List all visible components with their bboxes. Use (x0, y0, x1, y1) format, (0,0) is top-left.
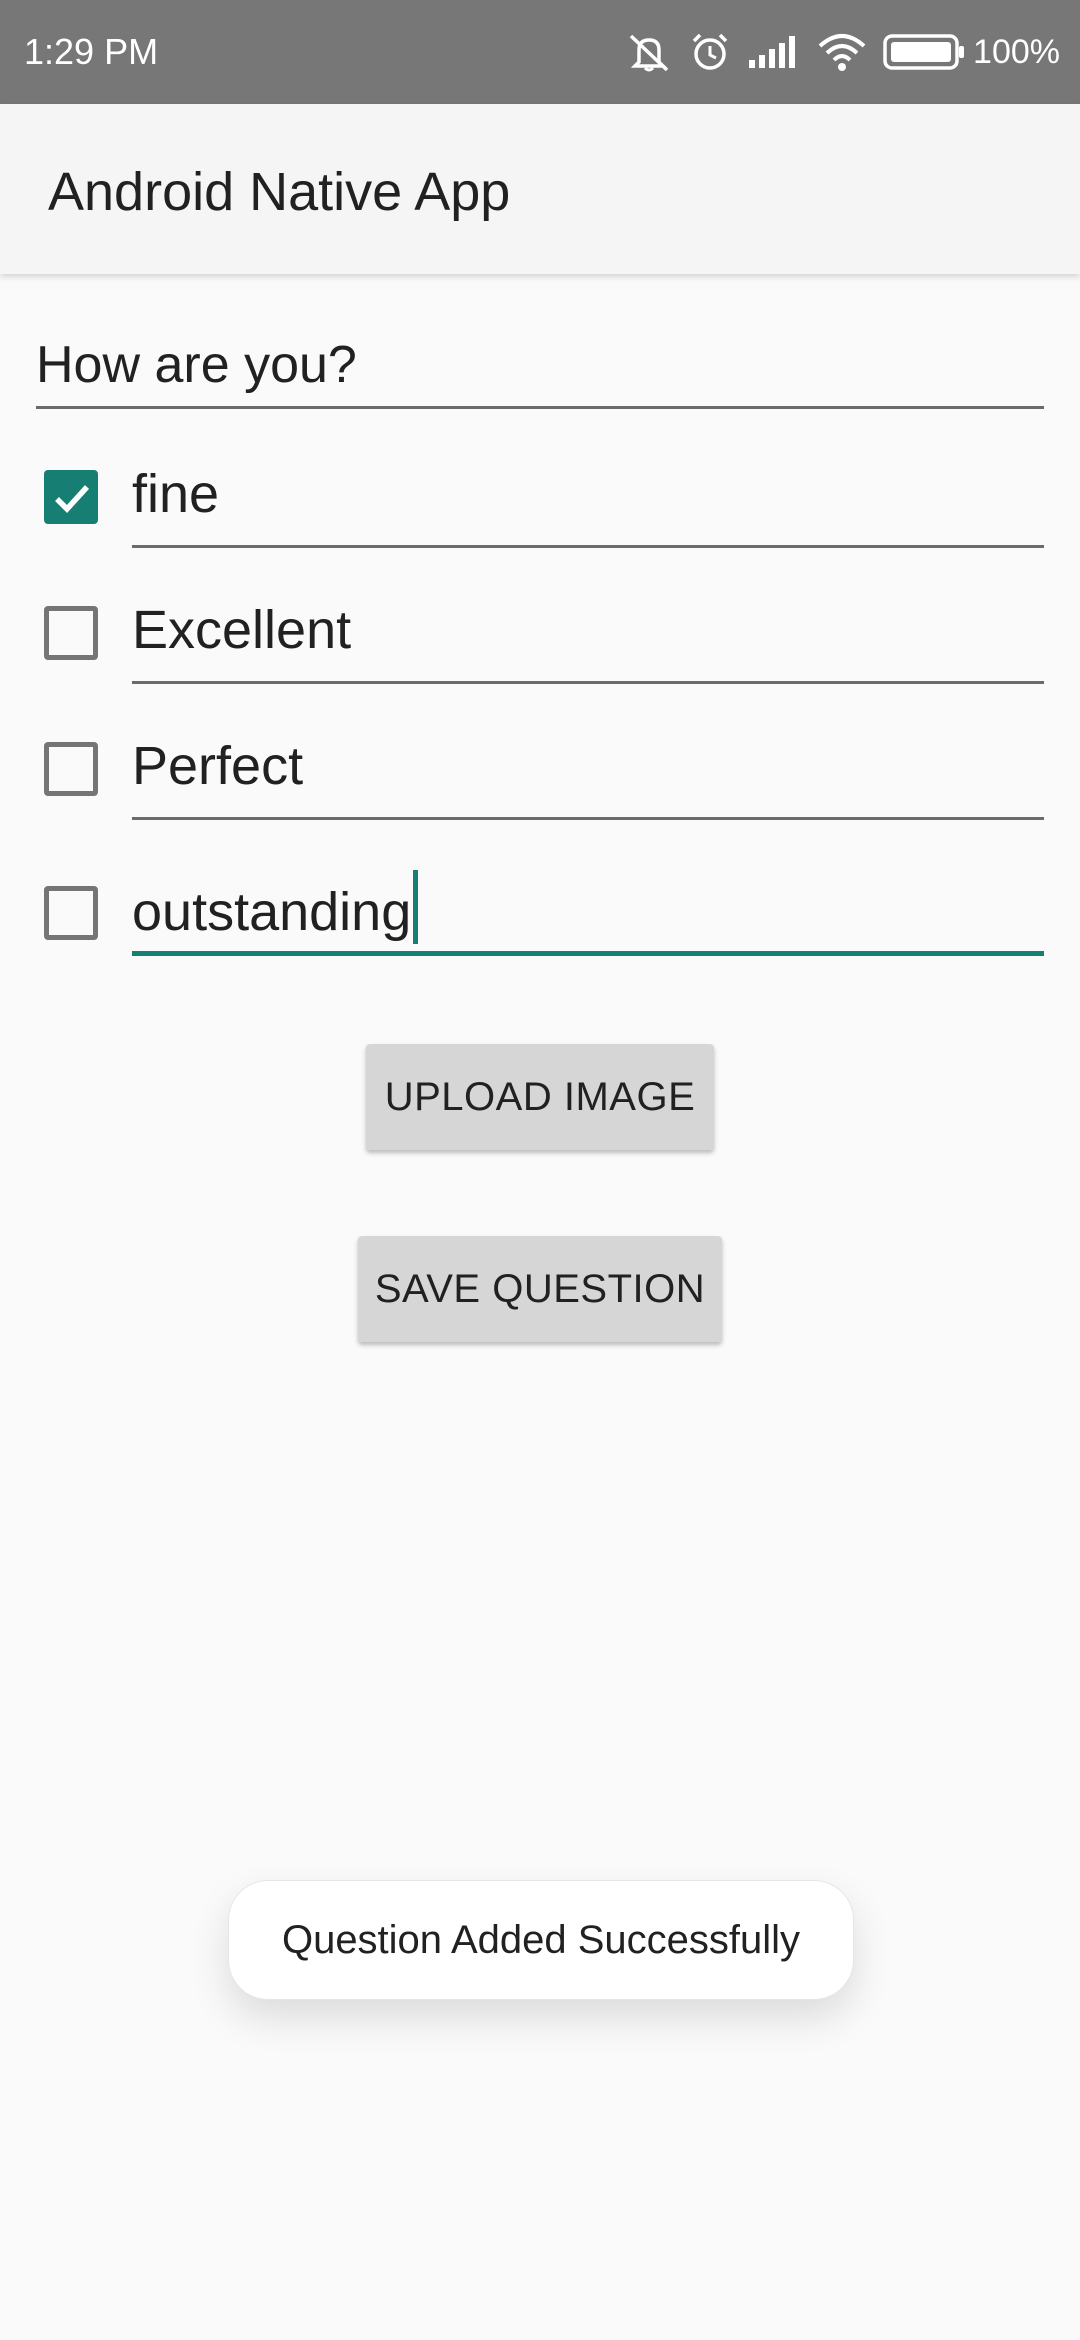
upload-image-button[interactable]: UPLOAD IMAGE (366, 1044, 714, 1150)
option-1-input[interactable]: fine (132, 440, 1044, 548)
battery-percent: 100% (973, 32, 1060, 71)
option-row-4: outstanding (0, 848, 1080, 968)
option-4-input[interactable]: outstanding (132, 848, 1044, 956)
option-row-1: fine (0, 440, 1080, 560)
question-input[interactable]: How are you? (36, 318, 1044, 409)
option-1-text: fine (132, 464, 220, 524)
option-2-checkbox[interactable] (44, 606, 98, 660)
status-icons: 100% (609, 28, 1060, 76)
toast-message: Question Added Successfully (228, 1880, 854, 2000)
muted-icon (625, 32, 673, 72)
checkmark-icon (55, 485, 90, 513)
option-3-text: Perfect (132, 736, 304, 796)
option-row-2: Excellent (0, 576, 1080, 696)
option-4-text-wrap: outstanding (132, 870, 419, 944)
status-time: 1:29 PM (24, 31, 159, 72)
text-cursor (413, 870, 419, 944)
option-1-checkbox[interactable] (44, 470, 98, 524)
battery-icon (883, 33, 965, 71)
option-2-text: Excellent (132, 600, 352, 660)
signal-icon (747, 34, 801, 70)
option-row-3: Perfect (0, 712, 1080, 832)
question-text: How are you? (36, 336, 357, 394)
alarm-icon (689, 31, 731, 73)
app-title: Android Native App (48, 162, 511, 222)
option-3-input[interactable]: Perfect (132, 712, 1044, 820)
app-bar: Android Native App (0, 104, 1080, 274)
status-bar: 1:29 PM 100% (0, 0, 1080, 104)
option-4-checkbox[interactable] (44, 886, 98, 940)
save-question-button[interactable]: SAVE QUESTION (358, 1236, 722, 1342)
option-3-checkbox[interactable] (44, 742, 98, 796)
option-4-text: outstanding (132, 882, 412, 942)
wifi-icon (817, 32, 867, 72)
option-2-input[interactable]: Excellent (132, 576, 1044, 684)
